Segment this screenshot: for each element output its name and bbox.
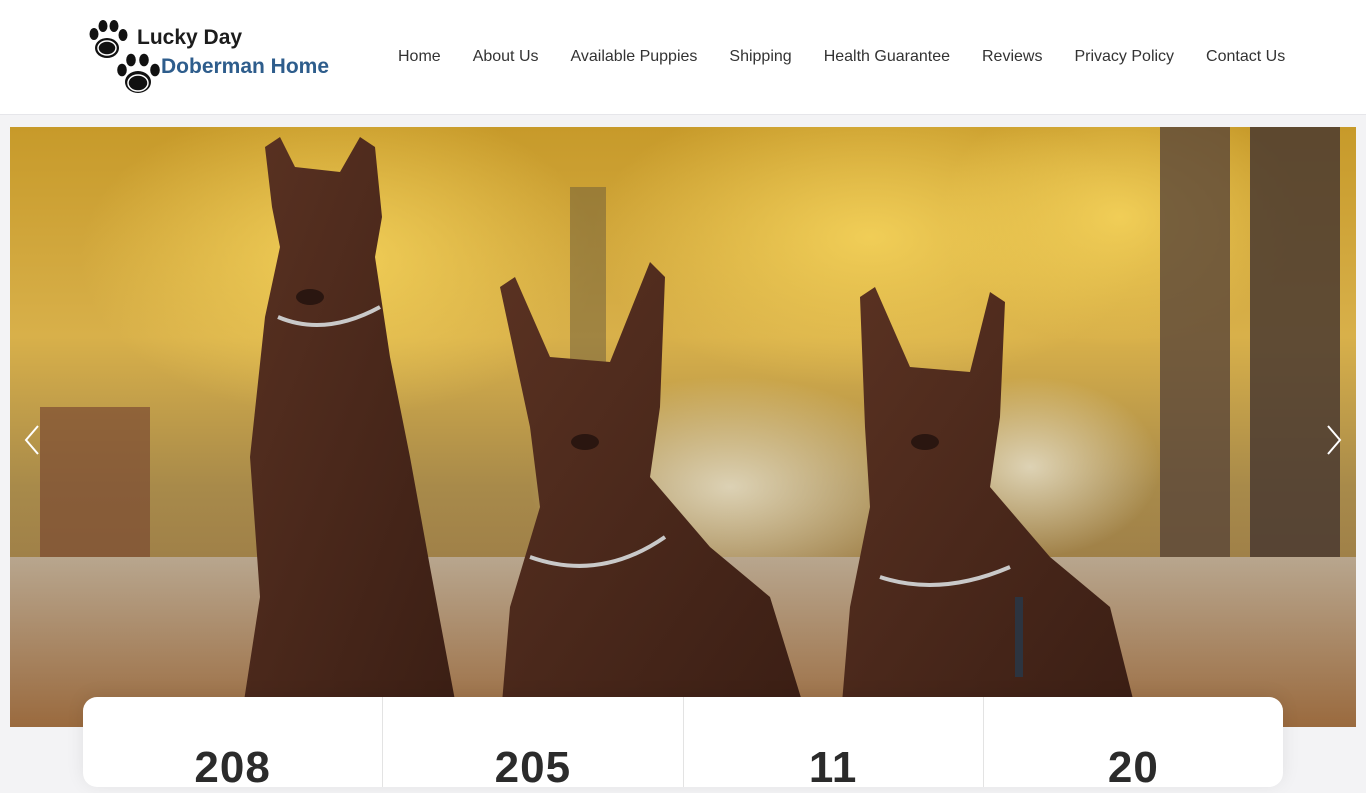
nav-privacy-policy[interactable]: Privacy Policy — [1074, 48, 1174, 66]
site-logo[interactable]: Lucky Day Doberman Home — [85, 18, 335, 100]
hero-slider — [10, 127, 1356, 727]
nav-about-us[interactable]: About Us — [473, 48, 539, 66]
nav-reviews[interactable]: Reviews — [982, 48, 1042, 66]
nav-home[interactable]: Home — [398, 48, 441, 66]
chevron-left-icon — [24, 425, 39, 455]
slider-next-button[interactable] — [1318, 412, 1350, 468]
stat-number: 20 — [1107, 743, 1159, 792]
site-header: Lucky Day Doberman Home Home About Us Av… — [0, 0, 1366, 115]
main-nav: Home About Us Available Puppies Shipping… — [398, 48, 1285, 66]
nav-contact-us[interactable]: Contact Us — [1206, 48, 1285, 66]
stat-item: 20 — [984, 697, 1283, 792]
slider-prev-button[interactable] — [16, 412, 48, 468]
stat-item: 11 — [684, 697, 984, 792]
nav-available-puppies[interactable]: Available Puppies — [571, 48, 698, 66]
stat-item: 208 — [83, 697, 384, 792]
stat-number: 205 — [494, 743, 572, 792]
hero-image — [10, 127, 1356, 727]
brand-name-line1: Lucky Day — [137, 26, 243, 49]
nav-shipping[interactable]: Shipping — [729, 48, 791, 66]
nav-health-guarantee[interactable]: Health Guarantee — [824, 48, 950, 66]
chevron-right-icon — [1327, 425, 1342, 455]
stat-number: 11 — [808, 743, 858, 792]
stat-item: 205 — [383, 697, 684, 792]
stats-panel: 208 205 11 20 — [83, 697, 1283, 792]
brand-name-line2: Doberman Home — [161, 55, 330, 78]
stat-number: 208 — [194, 743, 271, 792]
